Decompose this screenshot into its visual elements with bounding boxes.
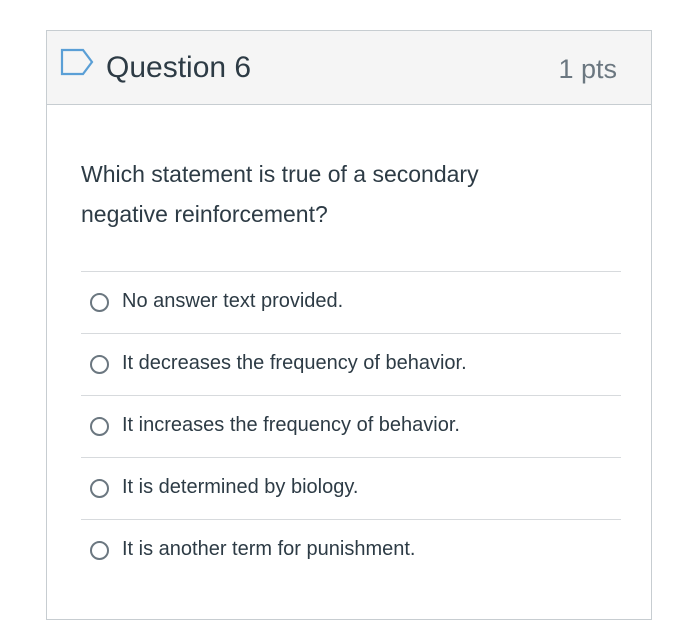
answer-label: It is another term for punishment. (122, 538, 416, 560)
question-card: Question 6 1 pts Which statement is true… (46, 30, 652, 620)
answer-label: It decreases the frequency of behavior. (122, 352, 467, 374)
radio-button[interactable] (90, 479, 109, 498)
answer-option[interactable]: No answer text provided. (81, 271, 621, 333)
radio-button[interactable] (90, 355, 109, 374)
question-title: Question 6 (106, 51, 252, 84)
answer-option[interactable]: It is determined by biology. (81, 457, 621, 519)
question-header: Question 6 1 pts (47, 31, 651, 105)
radio-button[interactable] (90, 293, 109, 312)
answer-option[interactable]: It is another term for punishment. (81, 519, 621, 581)
answer-list: No answer text provided. It decreases th… (81, 271, 621, 581)
answer-label: It increases the frequency of behavior. (122, 414, 460, 436)
answer-option[interactable]: It decreases the frequency of behavior. (81, 333, 621, 395)
radio-button[interactable] (90, 541, 109, 560)
question-text: Which statement is true of a secondary n… (81, 161, 479, 227)
answer-label: No answer text provided. (122, 290, 344, 312)
answer-label: It is determined by biology. (122, 476, 359, 498)
radio-button[interactable] (90, 417, 109, 436)
bookmark-flag-icon[interactable] (59, 47, 95, 77)
question-points: 1 pts (558, 54, 617, 84)
answer-option[interactable]: It increases the frequency of behavior. (81, 395, 621, 457)
